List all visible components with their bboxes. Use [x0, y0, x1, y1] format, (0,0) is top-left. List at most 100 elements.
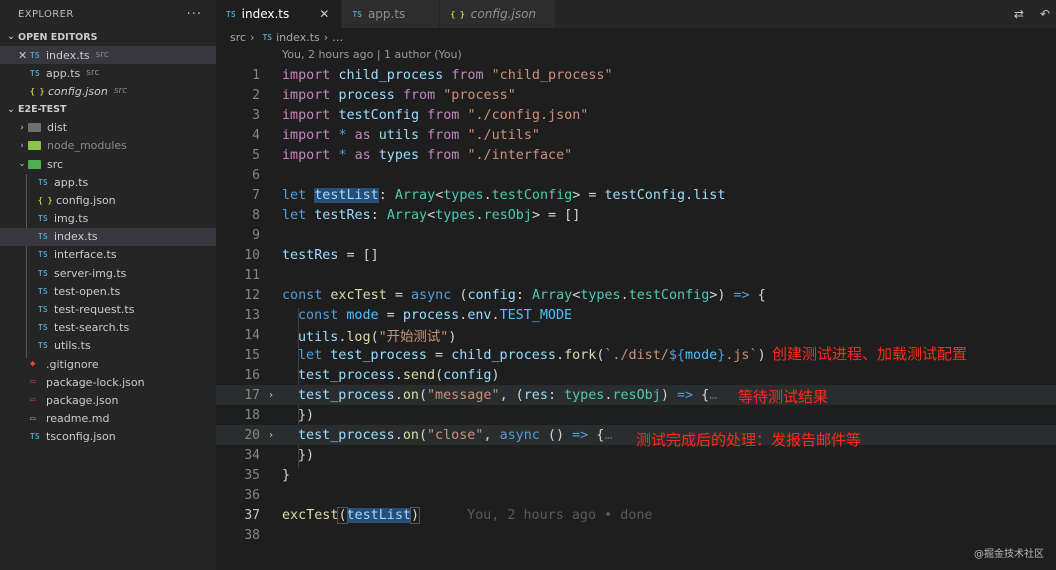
file-test-search-ts[interactable]: TS test-search.ts: [0, 319, 216, 337]
file-config-json[interactable]: { } config.json: [0, 191, 216, 209]
file-name: server-img.ts: [54, 266, 127, 280]
tab-app-ts[interactable]: TS app.ts: [342, 0, 441, 28]
chevron-down-icon: ⌄: [7, 32, 15, 42]
chevron-right-icon: ›: [323, 30, 329, 44]
token-keyword: const: [282, 287, 323, 303]
code-line: 7 let testList: Array<types.testConfig> …: [216, 185, 1056, 205]
token-keyword: from: [427, 107, 460, 123]
token-string: "message": [427, 387, 500, 403]
close-icon[interactable]: ✕: [319, 7, 329, 21]
breadcrumb-folder[interactable]: src: [230, 31, 246, 44]
line-number: 36: [244, 487, 260, 503]
file-interface-ts[interactable]: TS interface.ts: [0, 246, 216, 264]
token-type: Array: [394, 187, 436, 203]
token-keyword: import: [282, 87, 331, 103]
file-utils-ts[interactable]: TS utils.ts: [0, 337, 216, 355]
more-actions-icon[interactable]: ···: [187, 7, 202, 22]
token-type: resObj: [612, 387, 661, 403]
file-package-json[interactable]: ▭ package.json: [0, 391, 216, 409]
code-line: 16 test_process.send(config): [216, 365, 1056, 385]
code-text: import process from "process": [282, 88, 516, 103]
line-number: 9: [252, 227, 260, 243]
open-editors-heading: OPEN EDITORS: [18, 31, 98, 43]
folded-ellipsis[interactable]: …: [604, 428, 612, 443]
typescript-file-icon: TS: [38, 214, 48, 224]
token-variable: test_process: [298, 367, 395, 383]
token: }): [298, 407, 315, 423]
token-keyword: import: [282, 147, 331, 163]
token: {: [693, 387, 710, 403]
token-string: "开始测试": [378, 330, 449, 345]
typescript-file-icon: TS: [38, 323, 48, 333]
token-function: on: [402, 387, 419, 403]
code-text: }): [298, 408, 314, 423]
file-server-img-ts[interactable]: TS server-img.ts: [0, 264, 216, 282]
token: .: [620, 287, 629, 303]
folder-node-modules[interactable]: › node_modules: [0, 137, 216, 155]
token-type: types: [564, 387, 605, 403]
file-index-ts[interactable]: TS index.ts: [0, 227, 216, 246]
file-tsconfig-json[interactable]: TS tsconfig.json: [0, 428, 216, 446]
token-operator: *: [338, 127, 347, 143]
token-keyword: from: [427, 147, 460, 163]
token-variable: utils: [298, 330, 339, 345]
token-function: send: [402, 367, 436, 383]
token: .: [556, 347, 565, 363]
fold-chevron-icon[interactable]: ›: [268, 430, 274, 441]
code-line: 3 import testConfig from "./config.json": [216, 105, 1056, 125]
token: :: [370, 207, 387, 223]
breadcrumb-file[interactable]: index.ts: [276, 31, 320, 44]
open-editors-section[interactable]: ⌄ OPEN EDITORS: [0, 28, 216, 46]
token: <: [427, 207, 436, 223]
line-number: 14: [244, 327, 260, 343]
file-app-ts[interactable]: TS app.ts: [0, 173, 216, 191]
chevron-right-icon: ›: [20, 140, 24, 151]
code-line-folded[interactable]: 17 › test_process.on("message", (res: ty…: [216, 385, 1056, 405]
project-section[interactable]: ⌄ E2E-TEST: [0, 101, 216, 119]
file-img-ts[interactable]: TS img.ts: [0, 210, 216, 228]
code-line: 5 import * as types from "./interface": [216, 145, 1056, 165]
typescript-file-icon: TS: [38, 268, 48, 278]
code-text: import * as types from "./interface": [282, 148, 572, 163]
code-text: test_process.send(config): [298, 368, 500, 383]
fold-chevron-icon[interactable]: ›: [268, 390, 274, 401]
close-icon[interactable]: ✕: [18, 49, 30, 62]
codelens-blame[interactable]: You, 2 hours ago | 1 author (You): [282, 48, 462, 61]
breadcrumb-symbol[interactable]: …: [332, 31, 343, 44]
chevron-down-icon: ⌄: [18, 159, 26, 170]
tab-index-ts[interactable]: TS index.ts ✕: [216, 0, 343, 28]
line-number: 11: [244, 267, 260, 283]
open-editor-item-app[interactable]: TS app.ts src: [0, 64, 216, 82]
token-keyword: let: [282, 187, 307, 203]
file-gitignore[interactable]: ◆ .gitignore: [0, 355, 216, 373]
open-editor-item-index[interactable]: ✕ TS index.ts src: [0, 46, 216, 65]
code-line: 8 let testRes: Array<types.resObj> = []: [216, 205, 1056, 225]
code-line: 34 }): [216, 445, 1056, 465]
token: (: [451, 287, 468, 303]
folder-dist[interactable]: › dist: [0, 119, 216, 137]
typescript-file-icon: TS: [226, 9, 236, 19]
line-number: 10: [244, 247, 260, 263]
file-name: package-lock.json: [46, 375, 145, 389]
tab-config-json[interactable]: { } config.json: [440, 0, 557, 28]
annotation-wait-result: 等待测试结果: [738, 388, 829, 406]
file-test-open-ts[interactable]: TS test-open.ts: [0, 282, 216, 300]
file-test-request-ts[interactable]: TS test-request.ts: [0, 300, 216, 318]
chevron-right-icon: ›: [250, 30, 255, 44]
open-editor-item-config[interactable]: { } config.json src: [0, 82, 216, 100]
file-package-lock-json[interactable]: ▭ package-lock.json: [0, 373, 216, 391]
line-number: 16: [244, 367, 260, 383]
breadcrumb: src › TS index.ts › …: [216, 28, 1056, 46]
code-line: 14 utils.log("开始测试"): [216, 325, 1056, 346]
line-number: 18: [244, 407, 260, 423]
token: }: [282, 467, 291, 483]
folder-src[interactable]: ⌄ src: [0, 155, 216, 173]
go-back-icon[interactable]: ↶: [1040, 7, 1050, 21]
folded-ellipsis[interactable]: …: [709, 388, 717, 403]
token: .: [483, 187, 492, 203]
code-editor[interactable]: You, 2 hours ago | 1 author (You) 1 impo…: [216, 46, 1056, 570]
file-readme-md[interactable]: ▭ readme.md: [0, 410, 216, 428]
open-changes-icon[interactable]: ⇄: [1014, 7, 1024, 21]
